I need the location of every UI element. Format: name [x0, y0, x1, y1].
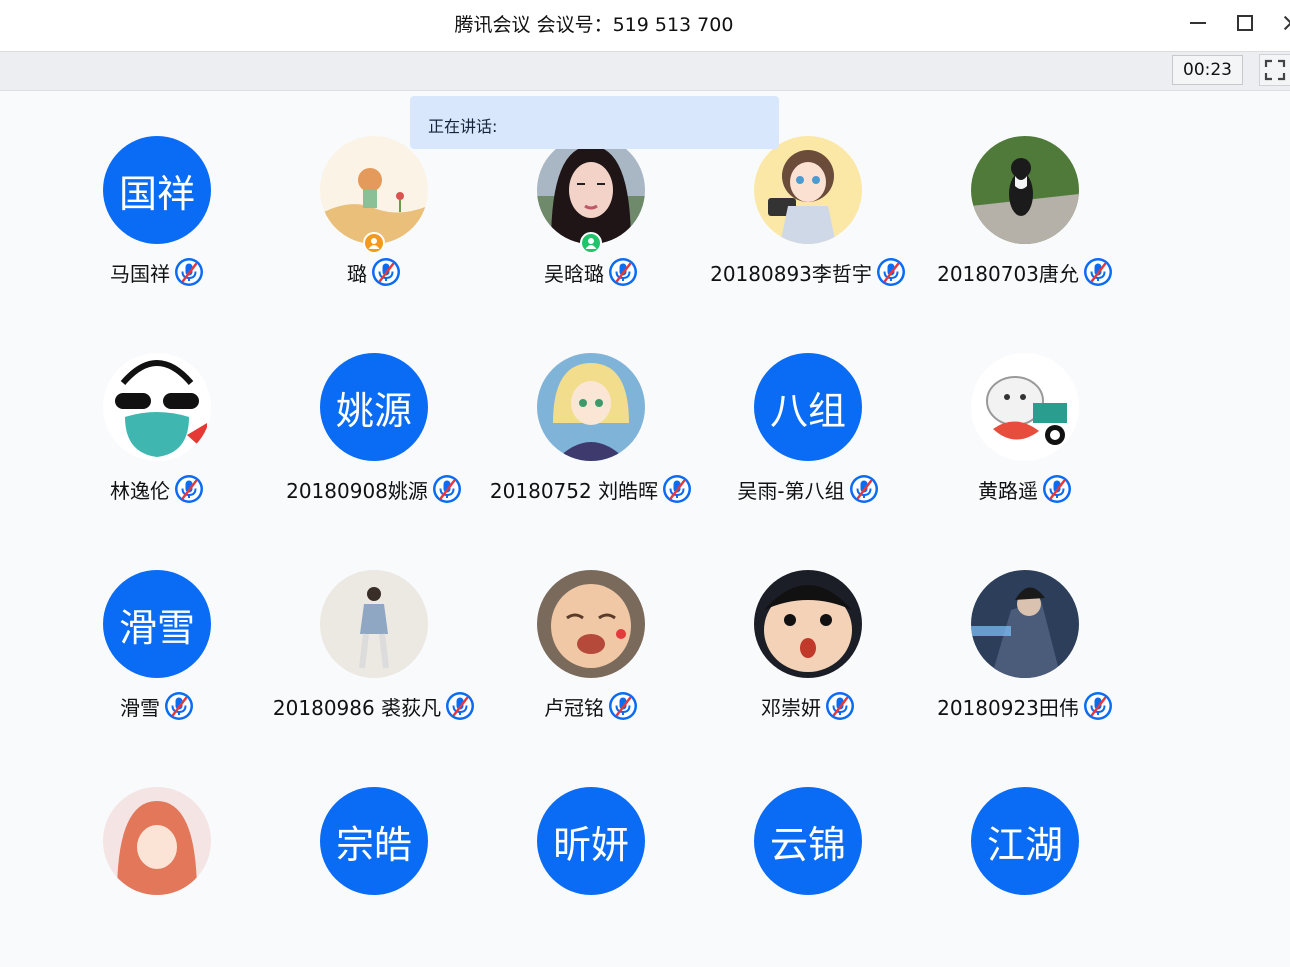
participant-name: 20180908姚源 [286, 478, 428, 503]
avatar-photo[interactable] [537, 570, 645, 678]
mic-muted-icon[interactable] [825, 691, 855, 721]
participant-tile[interactable]: 卢冠铭 [491, 570, 691, 750]
participant-tile[interactable]: 20180923田伟 [925, 570, 1125, 750]
participant-name: 马国祥 [110, 261, 170, 286]
participant-name-row: 20180923田伟 [905, 691, 1145, 721]
participant-tile[interactable]: 黄路遥 [925, 353, 1125, 533]
mic-muted-icon[interactable] [849, 474, 879, 504]
avatar-photo[interactable] [320, 136, 428, 244]
speaking-label: 正在讲话: [428, 117, 498, 136]
participant-tile[interactable]: 八组吴雨-第八组 [708, 353, 908, 533]
participant-name-row: 卢冠铭 [471, 691, 711, 721]
mic-muted-icon[interactable] [608, 257, 638, 287]
participant-name-row: 林逸伦 [37, 474, 277, 504]
participant-tile[interactable]: 林逸伦 [57, 353, 257, 533]
participant-name-row: 吴雨-第八组 [688, 474, 928, 504]
participant-name: 黄路遥 [978, 478, 1038, 503]
participant-tile[interactable] [57, 787, 257, 967]
participant-name: 20180703唐允 [937, 261, 1079, 286]
participant-name-row: 黄路遥 [905, 474, 1145, 504]
avatar-initials[interactable]: 昕妍 [537, 787, 645, 895]
participant-name: 林逸伦 [110, 478, 170, 503]
participant-tile[interactable]: 昕妍 [491, 787, 691, 967]
participant-name: 20180752 刘皓晖 [489, 478, 659, 503]
participant-tile[interactable]: 20180752 刘皓晖 [490, 353, 692, 533]
avatar-photo[interactable] [971, 570, 1079, 678]
participant-tile[interactable]: 国祥马国祥 [57, 136, 257, 316]
host-badge-icon [363, 232, 385, 254]
avatar-initials[interactable]: 姚源 [320, 353, 428, 461]
mic-muted-icon[interactable] [1042, 474, 1072, 504]
avatar-initials[interactable]: 云锦 [754, 787, 862, 895]
participant-name-row: 璐 [254, 257, 494, 287]
mic-muted-icon[interactable] [371, 257, 401, 287]
participant-tile[interactable]: 20180986 裘荻凡 [273, 570, 475, 750]
avatar-photo[interactable] [754, 136, 862, 244]
participant-tile[interactable]: 吴晗璐 [491, 136, 691, 316]
avatar-photo[interactable] [971, 136, 1079, 244]
participant-name-row: 20180752 刘皓晖 [471, 474, 711, 504]
participant-name: 20180893李哲宇 [710, 261, 872, 286]
participant-name: 卢冠铭 [544, 695, 604, 720]
avatar-photo[interactable] [320, 570, 428, 678]
participant-tile[interactable]: 璐 [274, 136, 474, 316]
avatar-initials[interactable]: 国祥 [103, 136, 211, 244]
avatar-photo[interactable] [971, 353, 1079, 461]
avatar-initials[interactable]: 江湖 [971, 787, 1079, 895]
speaking-indicator: 正在讲话: [410, 96, 779, 149]
participant-name-row: 20180908姚源 [254, 474, 494, 504]
participant-name-row: 20180986 裘荻凡 [254, 691, 494, 721]
mic-muted-icon[interactable] [608, 691, 638, 721]
participant-name: 20180923田伟 [937, 695, 1079, 720]
participant-tile[interactable]: 20180893李哲宇 [708, 136, 908, 316]
participant-tile[interactable]: 云锦 [708, 787, 908, 967]
mic-muted-icon[interactable] [1083, 691, 1113, 721]
participant-name: 邓崇妍 [761, 695, 821, 720]
avatar-photo[interactable] [754, 570, 862, 678]
avatar-initials[interactable]: 滑雪 [103, 570, 211, 678]
avatar-photo[interactable] [537, 136, 645, 244]
participant-name-row: 马国祥 [37, 257, 277, 287]
avatar-initials[interactable]: 宗皓 [320, 787, 428, 895]
mic-muted-icon[interactable] [174, 474, 204, 504]
mic-muted-icon[interactable] [432, 474, 462, 504]
participant-tile[interactable]: 宗皓 [274, 787, 474, 967]
participant-name: 璐 [347, 261, 367, 286]
participant-tile[interactable]: 姚源 20180908姚源 [274, 353, 474, 533]
participant-name-row: 吴晗璐 [471, 257, 711, 287]
avatar-initials[interactable]: 八组 [754, 353, 862, 461]
participant-name: 吴雨-第八组 [737, 478, 845, 503]
participant-tile[interactable]: 江湖 [925, 787, 1125, 967]
mic-muted-icon[interactable] [1083, 257, 1113, 287]
avatar-photo[interactable] [537, 353, 645, 461]
avatar-photo[interactable] [103, 353, 211, 461]
participant-name: 滑雪 [120, 695, 160, 720]
mic-muted-icon[interactable] [174, 257, 204, 287]
participant-tile[interactable]: 邓崇妍 [708, 570, 908, 750]
participant-name-row: 20180703唐允 [905, 257, 1145, 287]
host-badge-icon [580, 232, 602, 254]
participant-name-row: 20180893李哲宇 [688, 257, 928, 287]
mic-muted-icon[interactable] [164, 691, 194, 721]
avatar-photo[interactable] [103, 787, 211, 895]
participant-name: 吴晗璐 [544, 261, 604, 286]
participant-tile[interactable]: 滑雪 滑雪 [57, 570, 257, 750]
participant-tile[interactable]: 20180703唐允 [925, 136, 1125, 316]
participant-name-row: 邓崇妍 [688, 691, 928, 721]
participant-name-row: 滑雪 [37, 691, 277, 721]
mic-muted-icon[interactable] [876, 257, 906, 287]
participant-name: 20180986 裘荻凡 [272, 695, 442, 720]
